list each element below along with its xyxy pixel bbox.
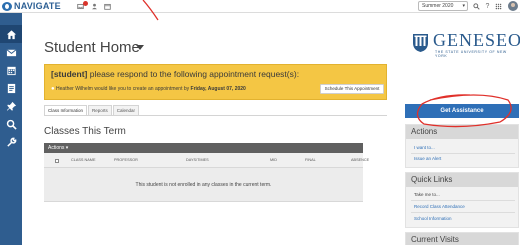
chevron-down-icon: ▾: [462, 3, 465, 9]
page-title: Student Home: [44, 39, 140, 56]
sidebar-item-mail[interactable]: [0, 43, 22, 61]
sidebar-item-search[interactable]: [0, 115, 22, 133]
alert-line-date: Friday, August 07, 2020: [190, 86, 246, 92]
appointment-request-alert: [student] please respond to the followin…: [44, 64, 387, 100]
alert-request-line: ● Heather Wilhelm would like you to crea…: [51, 86, 246, 92]
actions-panel: Actions I want to... Issue an Alert: [405, 124, 519, 168]
sidebar-item-home[interactable]: [0, 25, 22, 43]
reports-icon: [7, 83, 15, 93]
search-icon: [6, 119, 17, 130]
select-all-checkbox[interactable]: [55, 159, 59, 163]
classes-actions-bar: Actions ▾: [44, 143, 363, 153]
actions-panel-title: Actions: [406, 125, 518, 139]
alert-tag: [student]: [51, 69, 88, 79]
current-visits-title: Current Visits: [406, 233, 518, 245]
quick-links-title: Quick Links: [406, 173, 518, 187]
term-select-value: Summer 2020: [422, 3, 454, 9]
column-header-professor[interactable]: PROFESSOR: [114, 158, 138, 162]
get-assistance-button[interactable]: Get Assistance: [405, 104, 519, 118]
alert-heading: [student] please respond to the followin…: [51, 69, 299, 79]
issue-alert-link[interactable]: Issue an Alert: [414, 156, 441, 161]
panel-divider: [411, 153, 515, 154]
tab-calendar[interactable]: Calendar: [112, 105, 140, 115]
term-select[interactable]: Summer 2020 ▾: [418, 1, 468, 11]
user-avatar[interactable]: [508, 1, 518, 11]
i-want-to-link[interactable]: I want to...: [414, 145, 435, 150]
home-icon: [6, 29, 16, 39]
apps-icon[interactable]: [495, 3, 502, 10]
alert-message: please respond to the following appointm…: [89, 69, 300, 79]
alert-line-prefix: Heather Wilhelm would like you to create…: [56, 86, 190, 92]
notification-badge: [83, 1, 88, 6]
take-me-to-label: Take me to...: [414, 192, 440, 197]
geneseo-seal-icon: [413, 34, 428, 52]
school-information-link[interactable]: School Information: [414, 216, 452, 221]
classes-table-header: CLASS NAME PROFESSOR DAYS/TIMES MID FINA…: [44, 153, 369, 168]
top-bar: NAVIGATE Summer 2020 ▾ ?: [0, 0, 520, 13]
column-header-mid[interactable]: MID: [270, 158, 277, 162]
bullet-icon: ●: [51, 86, 55, 92]
classes-empty-row: This student is not enrolled in any clas…: [44, 168, 363, 202]
geneseo-wordmark: GENESEO: [433, 30, 520, 50]
quick-links-panel: Quick Links Take me to... Record Class A…: [405, 172, 519, 228]
tab-bar: Class Information Reports Calendar: [44, 105, 140, 115]
current-visits-panel: Current Visits: [405, 232, 519, 245]
column-header-class-name[interactable]: CLASS NAME: [71, 158, 95, 162]
people-icon[interactable]: [91, 3, 98, 10]
mail-icon: [6, 48, 16, 56]
column-header-final[interactable]: FINAL: [305, 158, 316, 162]
sidebar-item-reports[interactable]: [0, 79, 22, 97]
help-icon[interactable]: ?: [484, 3, 491, 10]
sidebar-item-calendar[interactable]: [0, 61, 22, 79]
sidebar-item-tools[interactable]: [0, 133, 22, 151]
title-chevron-down-icon[interactable]: [136, 45, 144, 50]
actions-dropdown[interactable]: Actions ▾: [48, 144, 68, 152]
tab-class-information[interactable]: Class Information: [44, 105, 88, 115]
pin-icon: [6, 101, 16, 111]
tools-icon: [6, 137, 16, 147]
tab-reports[interactable]: Reports: [88, 105, 112, 115]
navigate-logo-icon[interactable]: [2, 2, 12, 11]
navigate-student-home: NAVIGATE Summer 2020 ▾ ? Student Home GE…: [0, 0, 520, 245]
schedule-appointment-button[interactable]: Schedule This Appointment: [320, 84, 384, 94]
classes-empty-message: This student is not enrolled in any clas…: [135, 182, 272, 188]
geneseo-subtitle: THE STATE UNIVERSITY OF NEW YORK: [435, 50, 507, 58]
app-name[interactable]: NAVIGATE: [14, 1, 61, 11]
search-top-icon[interactable]: [473, 3, 480, 10]
panel-divider: [411, 200, 515, 201]
sidebar-item-pin[interactable]: [0, 97, 22, 115]
panel-divider: [411, 212, 515, 213]
tabs-divider: [44, 115, 387, 116]
calendar-top-icon[interactable]: [104, 3, 111, 10]
record-class-attendance-link[interactable]: Record Class Attendance: [414, 204, 465, 209]
calendar-icon: [6, 66, 16, 75]
sidebar: [0, 13, 22, 245]
column-header-days-times[interactable]: DAYS/TIMES: [186, 158, 209, 162]
column-header-absence[interactable]: ABSENCE: [351, 158, 369, 162]
classes-section-title: Classes This Term: [44, 126, 126, 137]
